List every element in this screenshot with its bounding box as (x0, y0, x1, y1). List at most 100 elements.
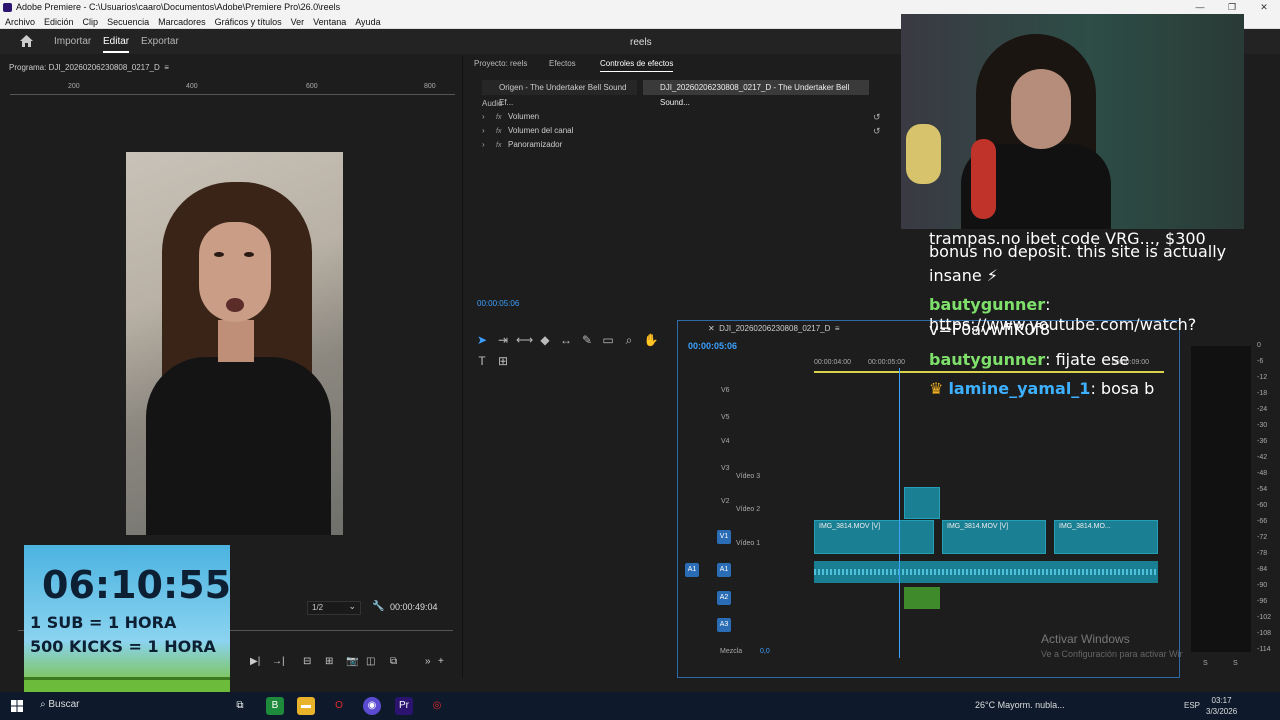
track-v3[interactable]: V3 (721, 465, 730, 472)
home-icon[interactable] (20, 35, 33, 47)
proxy-icon[interactable]: ⧉ (390, 656, 397, 667)
ruler-label: 600 (306, 83, 318, 90)
timeline-tick: 00:00:04:00 (814, 359, 851, 366)
discord-icon[interactable]: ◉ (363, 697, 381, 715)
sequence-tab[interactable]: ✕ DJI_20260206230808_0217_D ≡ (708, 324, 840, 333)
audio-clip-a1[interactable] (814, 561, 1158, 583)
minimize-button[interactable]: — (1184, 0, 1216, 15)
solo-left[interactable]: S (1203, 660, 1208, 667)
export-frame-icon[interactable]: 📷 (346, 656, 358, 667)
track-select-icon[interactable]: ⇥ (495, 332, 511, 348)
ripple-edit-icon[interactable]: ⟷ (516, 332, 533, 348)
restore-button[interactable]: ❐ (1216, 0, 1248, 15)
language-indicator[interactable]: ESP (1184, 701, 1200, 710)
tab-effect-controls[interactable]: Controles de efectos (600, 59, 674, 72)
track-a2[interactable]: A2 (717, 591, 731, 605)
scale-select[interactable]: 1/2 (307, 600, 361, 615)
menu-archivo[interactable]: Archivo (5, 15, 35, 28)
timeline-timecode: 00:00:05:06 (688, 341, 738, 351)
taskbar-search[interactable]: ⌕ Buscar (40, 699, 80, 710)
caption-tool-icon[interactable]: ⊞ (495, 353, 511, 369)
menu-ver[interactable]: Ver (291, 15, 305, 28)
type-tool-icon[interactable]: T (474, 353, 490, 369)
premiere-taskbar-icon[interactable]: Pr (395, 697, 413, 715)
menu-ayuda[interactable]: Ayuda (355, 15, 380, 28)
menu-marcadores[interactable]: Marcadores (158, 15, 206, 28)
tab-importar[interactable]: Importar (54, 36, 91, 47)
source-a1-patch[interactable]: A1 (685, 563, 699, 577)
ruler-label: 800 (424, 83, 436, 90)
go-to-out-icon[interactable]: →| (272, 656, 285, 667)
comparison-icon[interactable]: ◫ (366, 656, 375, 667)
obs-icon[interactable]: ◎ (428, 697, 446, 715)
track-v6[interactable]: V6 (721, 387, 730, 394)
video-preview[interactable] (126, 152, 343, 535)
track-v1-target[interactable]: V1 (717, 530, 731, 544)
reset-icon[interactable]: ↺ (873, 112, 881, 123)
chat-line: insane ⚡ (929, 266, 999, 285)
selection-tool-icon[interactable]: ➤ (474, 332, 490, 348)
program-title[interactable]: Programa: DJI_20260206230808_0217_D ≡ (9, 63, 169, 72)
menu-edicion[interactable]: Edición (44, 15, 74, 28)
add-button-icon[interactable]: + (438, 656, 444, 667)
opera-icon[interactable]: O (330, 697, 348, 715)
stream-chat-overlay: trampas.no ibet code VRG..., $300 bonus … (901, 229, 1261, 409)
step-forward-icon[interactable]: ▶| (250, 656, 260, 667)
reset-icon[interactable]: ↺ (873, 126, 881, 137)
title-bar: Adobe Premiere - C:\Usuarios\caaro\Docum… (0, 0, 1280, 15)
track-v1-name: Vídeo 1 (736, 540, 761, 547)
effect-panoramizador[interactable]: › fx Panoramizador (482, 140, 562, 149)
effect-volumen-canal[interactable]: › fx Volumen del canal (482, 126, 573, 135)
insert-icon[interactable]: ⊟ (303, 656, 311, 667)
source-tab[interactable]: Origen - The Undertaker Bell Sound Ef... (482, 80, 637, 107)
ruler-label: 200 (68, 83, 80, 90)
mix-value[interactable]: 0,0 (760, 648, 770, 655)
video-clip[interactable]: IMG_3814.MOV [V] (942, 520, 1046, 554)
tab-editar[interactable]: Editar (103, 36, 130, 53)
timer-rule-1: 1 SUB = 1 HORA (30, 613, 177, 632)
video-clip[interactable]: IMG_3814.MOV [V] (814, 520, 934, 554)
tab-effects[interactable]: Efectos (549, 59, 576, 68)
track-a3[interactable]: A3 (717, 618, 731, 632)
track-v5[interactable]: V5 (721, 414, 730, 421)
overwrite-icon[interactable]: ⊞ (325, 656, 333, 667)
menu-ventana[interactable]: Ventana (313, 15, 346, 28)
audio-clip-a2[interactable] (904, 587, 940, 609)
effect-volumen[interactable]: › fx Volumen (482, 112, 539, 121)
timeline-tick: 00:00:05:00 (868, 359, 905, 366)
clock[interactable]: 03:17 3/3/2026 (1206, 695, 1237, 717)
menu-secuencia[interactable]: Secuencia (107, 15, 149, 28)
track-v4[interactable]: V4 (721, 438, 730, 445)
windows-taskbar: ⌕ Buscar ⧉ B ▬ O ◉ Pr ◎ 26°C Mayorm. nub… (0, 692, 1280, 720)
windows-activation-title: Activar Windows (1041, 632, 1130, 646)
tab-exportar[interactable]: Exportar (141, 36, 179, 47)
fx-icon: fx (496, 114, 502, 121)
pen-icon[interactable]: ✎ (579, 332, 595, 348)
hand-icon[interactable]: ✋ (643, 332, 659, 348)
solo-right[interactable]: S (1233, 660, 1238, 667)
task-view-icon[interactable]: ⧉ (231, 697, 249, 715)
menu-clip[interactable]: Clip (83, 15, 99, 28)
menu-graficos[interactable]: Gráficos y títulos (215, 15, 282, 28)
tab-project[interactable]: Proyecto: reels (474, 59, 527, 68)
slip-icon[interactable]: ↔ (558, 332, 574, 348)
effect-controls-panel: Proyecto: reels Efectos Controles de efe… (465, 56, 900, 314)
weather-widget[interactable]: 26°C Mayorm. nubla... (975, 700, 1065, 710)
settings-wrench-icon[interactable]: 🔧 (372, 601, 384, 612)
track-a1[interactable]: A1 (717, 563, 731, 577)
zoom-icon[interactable]: ⌕ (621, 332, 637, 348)
razor-icon[interactable]: ◆ (537, 332, 553, 348)
window-title: Adobe Premiere - C:\Usuarios\caaro\Docum… (16, 2, 341, 12)
video-clip-v2[interactable] (904, 487, 940, 519)
close-button[interactable]: ✕ (1248, 0, 1280, 15)
more-icon[interactable]: » (425, 656, 431, 667)
app-b-icon[interactable]: B (266, 697, 284, 715)
video-clip[interactable]: IMG_3814.MO... (1054, 520, 1158, 554)
track-v2[interactable]: V2 (721, 498, 730, 505)
sequence-clip-tab[interactable]: DJI_20260206230808_0217_D - The Undertak… (643, 80, 869, 107)
rectangle-icon[interactable]: ▭ (600, 332, 616, 348)
windows-start-icon[interactable] (11, 700, 23, 712)
premiere-logo-icon (3, 3, 12, 12)
file-explorer-icon[interactable]: ▬ (297, 697, 315, 715)
playhead[interactable] (899, 368, 900, 658)
